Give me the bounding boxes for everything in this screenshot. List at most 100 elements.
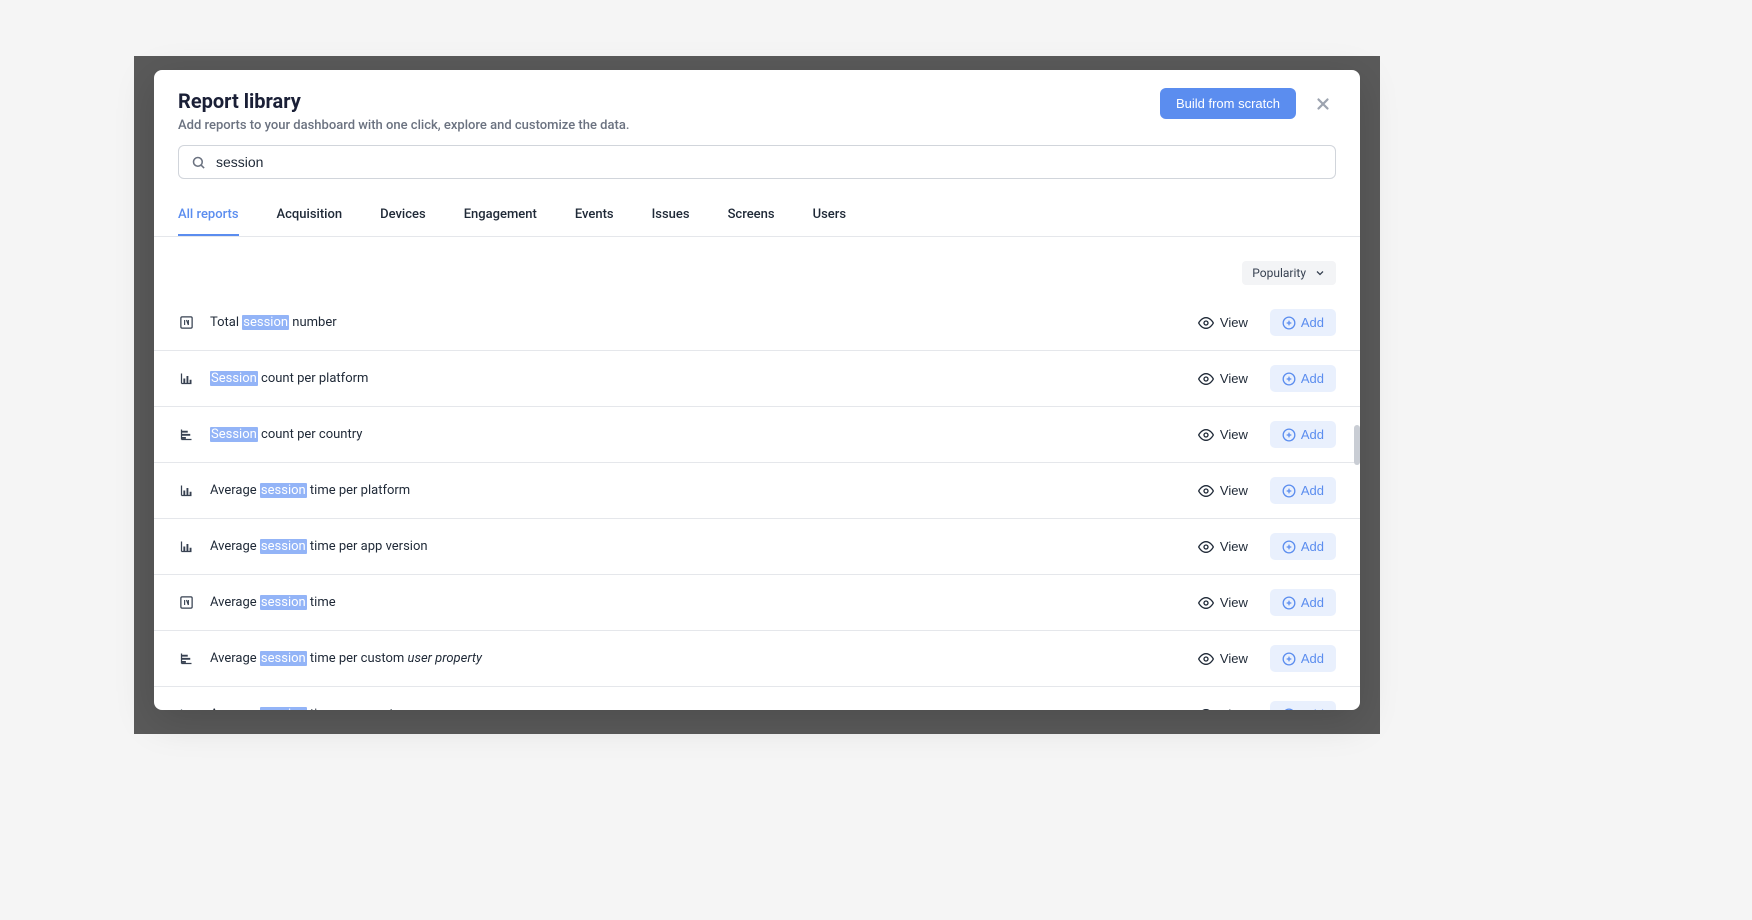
tab-events[interactable]: Events: [575, 195, 614, 236]
add-button[interactable]: Add: [1270, 533, 1336, 560]
view-label: View: [1220, 595, 1248, 610]
hbar-chart-icon: [178, 427, 194, 443]
plus-circle-icon: [1282, 484, 1296, 498]
report-title: Session count per platform: [210, 371, 1176, 386]
view-button[interactable]: View: [1192, 423, 1254, 447]
view-button[interactable]: View: [1192, 311, 1254, 335]
add-button[interactable]: Add: [1270, 421, 1336, 448]
tab-all-reports[interactable]: All reports: [178, 195, 239, 236]
view-label: View: [1220, 651, 1248, 666]
report-title: Average session time per custom user pro…: [210, 651, 1176, 666]
report-title: Session count per country: [210, 427, 1176, 442]
eye-icon: [1198, 651, 1214, 667]
report-title: Average session time per app version: [210, 539, 1176, 554]
report-row: Average session time per app version View…: [154, 519, 1360, 575]
plus-circle-icon: [1282, 372, 1296, 386]
plus-circle-icon: [1282, 652, 1296, 666]
view-button[interactable]: View: [1192, 535, 1254, 559]
hbar-chart-icon: [178, 707, 194, 711]
tab-devices[interactable]: Devices: [380, 195, 426, 236]
eye-icon: [1198, 707, 1214, 711]
add-label: Add: [1301, 651, 1324, 666]
tab-acquisition[interactable]: Acquisition: [277, 195, 343, 236]
add-label: Add: [1301, 315, 1324, 330]
report-row: Average session time View Add: [154, 575, 1360, 631]
add-label: Add: [1301, 707, 1324, 710]
bar-chart-icon: [178, 539, 194, 555]
bar-chart-icon: [178, 371, 194, 387]
view-button[interactable]: View: [1192, 647, 1254, 671]
plus-circle-icon: [1282, 540, 1296, 554]
view-label: View: [1220, 427, 1248, 442]
number-chart-icon: [178, 315, 194, 331]
add-label: Add: [1301, 539, 1324, 554]
report-row: Total session number View Add: [154, 295, 1360, 351]
report-row: Session count per country View Add: [154, 407, 1360, 463]
view-label: View: [1220, 707, 1248, 710]
chevron-down-icon: [1314, 267, 1326, 279]
report-title: Total session number: [210, 315, 1176, 330]
report-list[interactable]: Total session numberViewAddSession count…: [154, 295, 1360, 710]
close-button[interactable]: [1310, 91, 1336, 117]
category-tabs: All reports Acquisition Devices Engagement E…: [154, 195, 1360, 237]
view-label: View: [1220, 371, 1248, 386]
add-label: Add: [1301, 595, 1324, 610]
eye-icon: [1198, 371, 1214, 387]
add-label: Add: [1301, 483, 1324, 498]
eye-icon: [1198, 539, 1214, 555]
add-button[interactable]: Add: [1270, 365, 1336, 392]
modal-title: Report library: [178, 88, 1160, 114]
add-button[interactable]: Add: [1270, 701, 1336, 710]
eye-icon: [1198, 315, 1214, 331]
plus-circle-icon: [1282, 708, 1296, 711]
report-library-modal: Report library Add reports to your dashb…: [154, 70, 1360, 710]
modal-subtitle: Add reports to your dashboard with one c…: [178, 118, 1160, 133]
view-button[interactable]: View: [1192, 591, 1254, 615]
eye-icon: [1198, 483, 1214, 499]
number-chart-icon: [178, 595, 194, 611]
sort-dropdown[interactable]: Popularity: [1242, 261, 1336, 285]
view-label: View: [1220, 315, 1248, 330]
view-button[interactable]: View: [1192, 703, 1254, 711]
add-label: Add: [1301, 427, 1324, 442]
sort-row: Popularity: [154, 237, 1360, 295]
plus-circle-icon: [1282, 596, 1296, 610]
scrollbar-thumb[interactable]: [1354, 425, 1360, 465]
close-icon: [1314, 95, 1332, 113]
report-row: Session count per platform View Add: [154, 351, 1360, 407]
report-row: Average session time per country View Add: [154, 687, 1360, 710]
search-container: [154, 145, 1360, 195]
view-button[interactable]: View: [1192, 479, 1254, 503]
report-row: Average session time per platform View Add: [154, 463, 1360, 519]
bar-chart-icon: [178, 483, 194, 499]
tab-issues[interactable]: Issues: [652, 195, 690, 236]
modal-header-text: Report library Add reports to your dashb…: [178, 88, 1160, 133]
search-input[interactable]: [216, 154, 1323, 170]
plus-circle-icon: [1282, 428, 1296, 442]
modal-header: Report library Add reports to your dashb…: [154, 70, 1360, 145]
add-label: Add: [1301, 371, 1324, 386]
search-box[interactable]: [178, 145, 1336, 179]
tab-users[interactable]: Users: [813, 195, 846, 236]
report-row: Average session time per custom user pro…: [154, 631, 1360, 687]
report-title: Average session time per platform: [210, 483, 1176, 498]
sort-label: Popularity: [1252, 266, 1306, 280]
view-label: View: [1220, 539, 1248, 554]
report-title: Average session time per country: [210, 707, 1176, 710]
view-button[interactable]: View: [1192, 367, 1254, 391]
modal-header-actions: Build from scratch: [1160, 88, 1336, 119]
tab-engagement[interactable]: Engagement: [464, 195, 537, 236]
add-button[interactable]: Add: [1270, 309, 1336, 336]
view-label: View: [1220, 483, 1248, 498]
add-button[interactable]: Add: [1270, 645, 1336, 672]
build-from-scratch-button[interactable]: Build from scratch: [1160, 88, 1296, 119]
eye-icon: [1198, 427, 1214, 443]
eye-icon: [1198, 595, 1214, 611]
plus-circle-icon: [1282, 316, 1296, 330]
report-title: Average session time: [210, 595, 1176, 610]
hbar-chart-icon: [178, 651, 194, 667]
tab-screens[interactable]: Screens: [728, 195, 775, 236]
add-button[interactable]: Add: [1270, 589, 1336, 616]
add-button[interactable]: Add: [1270, 477, 1336, 504]
search-icon: [191, 155, 206, 170]
